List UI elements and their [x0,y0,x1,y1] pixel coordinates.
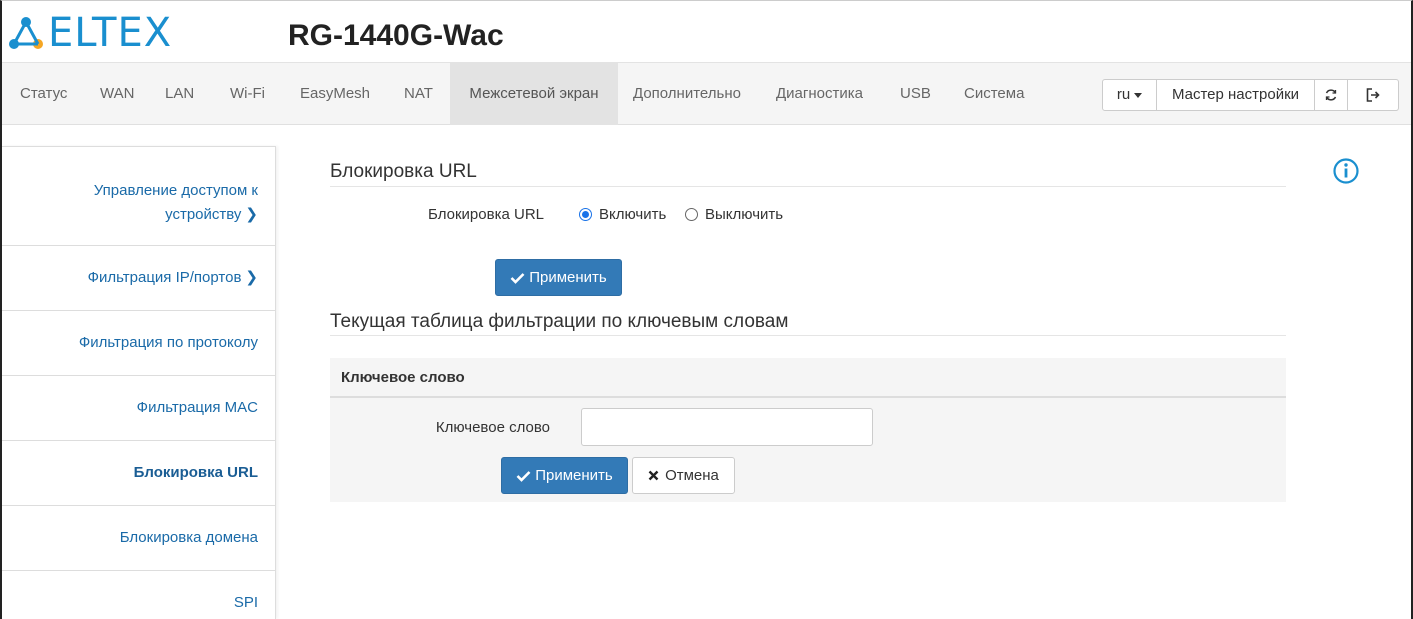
url-apply-button[interactable]: Применить [495,259,622,296]
radio-disable-label[interactable]: Выключить [705,206,783,223]
nav-wifi[interactable]: Wi-Fi [230,63,265,125]
radio-disable[interactable] [685,208,698,221]
url-block-label: Блокировка URL [428,206,544,223]
keyword-input[interactable] [581,408,873,446]
sidebar-item-domain-block[interactable]: Блокировка домена [2,505,276,570]
language-dropdown[interactable]: ru [1102,79,1157,111]
keyword-table-title: Текущая таблица фильтрации по ключевым с… [330,311,789,332]
chevron-right-icon: ❯ [245,269,258,286]
refresh-icon [1325,89,1337,101]
nav-easymesh[interactable]: EasyMesh [300,63,370,125]
sidebar-item-label: устройству [165,206,242,223]
logo-text: ELTEX [48,10,173,56]
radio-enable[interactable] [579,208,592,221]
nav-diagnostics[interactable]: Диагностика [776,63,863,125]
sidebar-item-url-block[interactable]: Блокировка URL [2,440,276,505]
nav-advanced[interactable]: Дополнительно [633,63,741,125]
divider [330,186,1286,187]
keyword-apply-button[interactable]: Применить [501,457,628,494]
caret-down-icon [1134,92,1143,98]
sidebar-item-mac-filter[interactable]: Фильтрация MAC [2,375,276,440]
close-icon [648,470,659,481]
info-icon[interactable] [1333,158,1359,184]
chevron-right-icon: ❯ [245,206,258,223]
sidebar-item-ip-port-filter[interactable]: Фильтрация IP/портов ❯ [2,245,276,310]
url-apply-label: Применить [529,269,607,286]
keyword-cancel-label: Отмена [665,467,719,484]
eltex-logo: ELTEX [8,10,173,56]
top-navbar: Статус WAN LAN Wi-Fi EasyMesh NAT Межсет… [2,62,1411,125]
nav-wan[interactable]: WAN [100,63,134,125]
keyword-column-header: Ключевое слово [330,358,1286,398]
url-block-title: Блокировка URL [330,161,477,182]
nav-lan[interactable]: LAN [165,63,194,125]
logout-button[interactable] [1347,79,1399,111]
sidebar-item-label: SPI [233,594,258,611]
sidebar-item-protocol-filter[interactable]: Фильтрация по протоколу [2,310,276,375]
sidebar-item-device-access[interactable]: Управление доступом к устройству ❯ [2,146,276,245]
sidebar-item-label: Фильтрация MAC [136,399,258,416]
check-icon [516,470,531,482]
nav-usb[interactable]: USB [900,63,931,125]
keyword-cancel-button[interactable]: Отмена [632,457,735,494]
divider [330,335,1286,336]
sidebar-item-label: Управление доступом к [93,182,258,199]
keyword-input-label: Ключевое слово [435,419,550,436]
nav-nat[interactable]: NAT [404,63,433,125]
sidebar: Управление доступом к устройству ❯ Фильтр… [2,146,276,619]
sidebar-item-label: Фильтрация по протоколу [78,334,258,351]
sidebar-item-label: Блокировка домена [119,529,258,546]
nav-status[interactable]: Статус [20,63,67,125]
keyword-apply-label: Применить [535,467,613,484]
keyword-table: Ключевое слово Ключевое слово Применить … [330,358,1286,502]
sidebar-item-label: Блокировка URL [133,464,258,481]
nav-firewall[interactable]: Межсетевой экран [450,63,618,125]
header: ELTEX RG-1440G-Wac [2,1,1411,62]
sidebar-item-label: Фильтрация IP/портов [87,269,242,286]
refresh-button[interactable] [1314,79,1348,111]
device-title: RG-1440G-Wac [288,19,504,52]
check-icon [510,272,525,284]
setup-wizard-button[interactable]: Мастер настройки [1156,79,1315,111]
language-value: ru [1116,86,1131,103]
nav-system[interactable]: Система [964,63,1024,125]
sidebar-item-spi[interactable]: SPI [2,570,276,619]
radio-enable-label[interactable]: Включить [599,206,666,223]
eltex-logo-icon [9,17,43,49]
logout-icon [1366,88,1380,102]
